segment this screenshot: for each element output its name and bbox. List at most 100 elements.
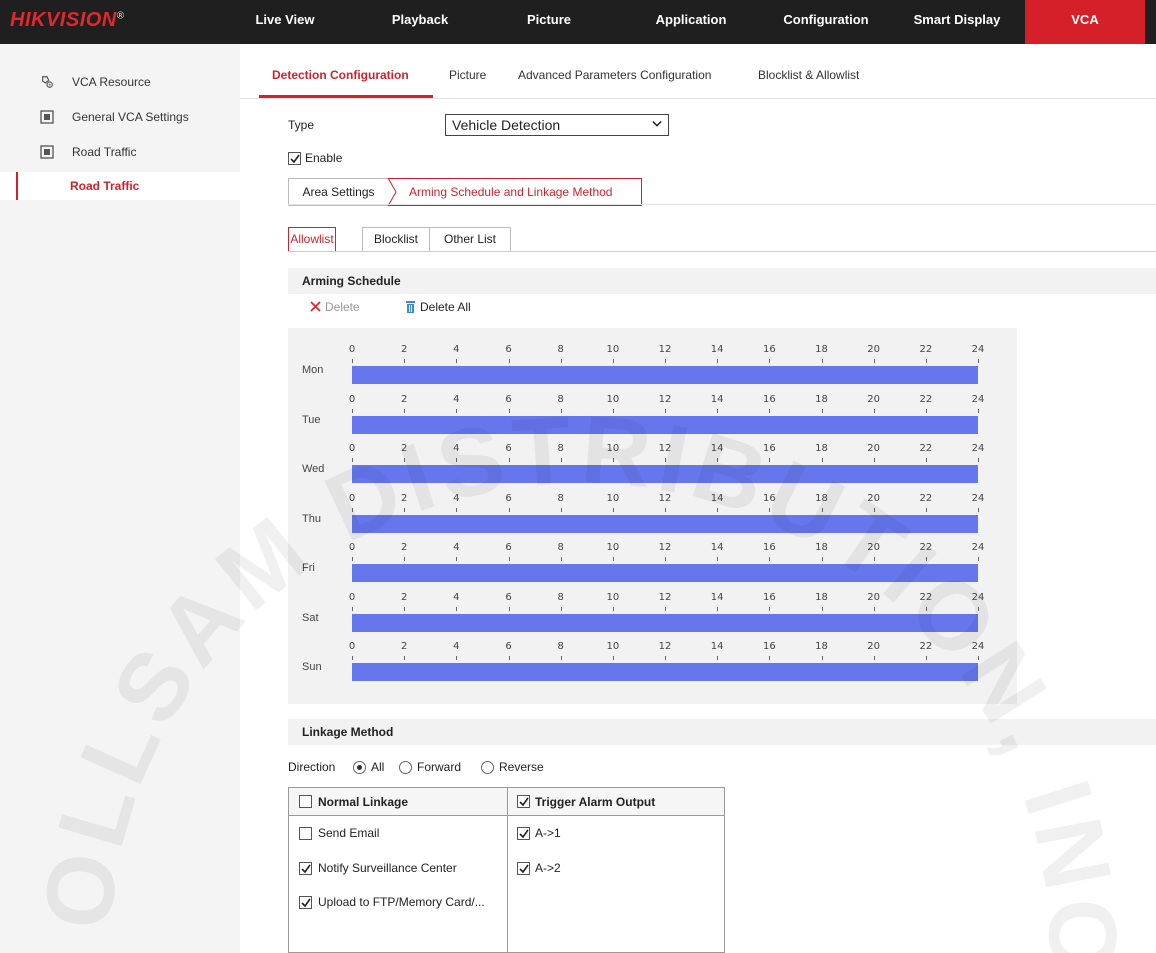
sidebar-item-general-vca-settings[interactable]: General VCA Settings (0, 103, 240, 131)
tab-blocklist-allowlist[interactable]: Blocklist & Allowlist (758, 68, 859, 82)
notify-center-checkbox[interactable] (299, 862, 312, 875)
radio-label-forward: Forward (417, 760, 462, 774)
hour-tick-label: 0 (348, 393, 356, 405)
radio-direction-forward[interactable] (399, 761, 412, 774)
alarm-output-a2-checkbox[interactable] (517, 862, 530, 875)
nav-live-view[interactable]: Live View (243, 0, 327, 44)
schedule-bar-sat[interactable] (352, 613, 978, 632)
radio-direction-all[interactable] (353, 761, 366, 774)
hour-tick-label: 22 (919, 344, 933, 355)
hour-tick-mark (821, 606, 823, 611)
hour-tick-label: 2 (400, 591, 408, 603)
nav-picture[interactable]: Picture (514, 0, 584, 44)
hour-tick-label: 0 (348, 591, 356, 603)
hour-tick-label: 24 (971, 393, 985, 405)
send-email-checkbox[interactable] (299, 827, 312, 840)
sidebar-item-vca-resource[interactable]: VCA Resource (0, 68, 240, 96)
grid-icon (40, 110, 54, 124)
sidebar-item-label: General VCA Settings (72, 110, 189, 124)
hour-tick-mark (456, 656, 458, 660)
tab-advanced-parameters[interactable]: Advanced Parameters Configuration (518, 68, 711, 82)
hour-tick-mark (925, 359, 927, 363)
trigger-alarm-checkbox[interactable] (517, 795, 530, 808)
hour-tick-mark (769, 606, 771, 611)
hour-tick-label: 20 (867, 591, 881, 603)
hour-tick-mark (873, 359, 875, 363)
hour-tick-mark (456, 507, 458, 512)
sidebar-subitem-road-traffic[interactable]: Road Traffic (0, 172, 240, 200)
normal-linkage-checkbox[interactable] (299, 795, 312, 808)
nav-application[interactable]: Application (641, 0, 741, 44)
nav-playback[interactable]: Playback (380, 0, 460, 44)
upload-ftp-checkbox[interactable] (299, 896, 312, 909)
hour-tick-label: 4 (453, 393, 460, 405)
nav-smart-display[interactable]: Smart Display (899, 0, 1015, 44)
hour-tick-label: 0 (348, 344, 356, 355)
hour-tick-mark (925, 408, 927, 413)
schedule-bar-tue[interactable] (352, 415, 978, 434)
hour-tick-mark (925, 656, 927, 660)
hour-tick-label: 14 (710, 393, 724, 405)
hour-tick-mark (612, 557, 614, 561)
list-tab-other-list[interactable]: Other List (429, 227, 511, 252)
hour-tick-label: 2 (400, 542, 408, 553)
hour-tick-label: 14 (710, 641, 724, 652)
hour-tick-mark (612, 507, 614, 512)
hour-tick-mark (717, 359, 719, 363)
divider (288, 204, 1156, 205)
hour-tick-mark (925, 606, 927, 611)
enable-checkbox[interactable] (288, 152, 301, 165)
hour-tick-mark (978, 458, 979, 462)
hour-tick-label: 0 (348, 443, 356, 454)
hour-tick-mark (665, 359, 666, 363)
hour-tick-label: 6 (505, 344, 512, 355)
hour-tick-mark (352, 557, 353, 561)
column-divider (507, 788, 508, 953)
arming-schedule-header: Arming Schedule (288, 268, 1156, 294)
hour-tick-mark (717, 408, 719, 413)
hour-tick-label: 4 (453, 492, 460, 504)
subtab-area-settings[interactable]: Area Settings (288, 178, 388, 206)
list-tab-allowlist[interactable]: Allowlist (288, 227, 336, 252)
tab-detection-configuration[interactable]: Detection Configuration (272, 68, 409, 82)
delete-button[interactable]: Delete (310, 300, 360, 314)
alarm-output-a1-checkbox[interactable] (517, 827, 530, 840)
upload-ftp-label: Upload to FTP/Memory Card/... (318, 895, 485, 909)
hour-tick-mark (404, 359, 406, 363)
hour-tick-mark (404, 458, 406, 462)
schedule-bar-mon[interactable] (352, 366, 978, 384)
hour-tick-mark (873, 408, 875, 413)
hour-tick-mark (612, 656, 614, 660)
hour-tick-mark (560, 458, 562, 462)
schedule-bar-sun[interactable] (352, 663, 978, 681)
normal-linkage-header: Normal Linkage (318, 795, 409, 809)
hour-tick-label: 20 (867, 492, 881, 504)
hour-tick-mark (560, 606, 562, 611)
hour-tick-mark (560, 359, 562, 363)
hour-tick-label: 10 (606, 393, 620, 405)
nav-configuration[interactable]: Configuration (771, 0, 881, 44)
type-select[interactable]: Vehicle Detection (445, 114, 669, 136)
sidebar-item-road-traffic[interactable]: Road Traffic (0, 138, 240, 166)
nav-vca[interactable]: VCA (1025, 0, 1145, 44)
hour-tick-label: 24 (971, 492, 985, 504)
hour-tick-mark (769, 408, 771, 413)
hour-tick-mark (665, 557, 666, 561)
day-label-thu: Thu (302, 512, 321, 525)
list-tab-blocklist[interactable]: Blocklist (362, 227, 430, 252)
hour-tick-label: 20 (867, 641, 881, 652)
schedule-bar-wed[interactable] (352, 465, 978, 483)
hour-tick-label: 8 (557, 443, 564, 454)
radio-direction-reverse[interactable] (481, 761, 494, 774)
delete-all-button[interactable]: Delete All (404, 300, 471, 314)
hour-tick-label: 4 (453, 443, 460, 454)
hour-tick-label: 8 (557, 344, 564, 355)
subtab-arming-schedule[interactable]: Arming Schedule and Linkage Method (388, 178, 642, 206)
send-email-label: Send Email (318, 826, 380, 840)
hour-tick-label: 2 (400, 344, 408, 355)
tab-picture[interactable]: Picture (449, 68, 486, 82)
chevron-down-icon (652, 120, 662, 127)
schedule-bar-fri[interactable] (352, 564, 978, 582)
schedule-bar-thu[interactable] (352, 514, 978, 533)
hour-tick-label: 22 (919, 443, 933, 454)
